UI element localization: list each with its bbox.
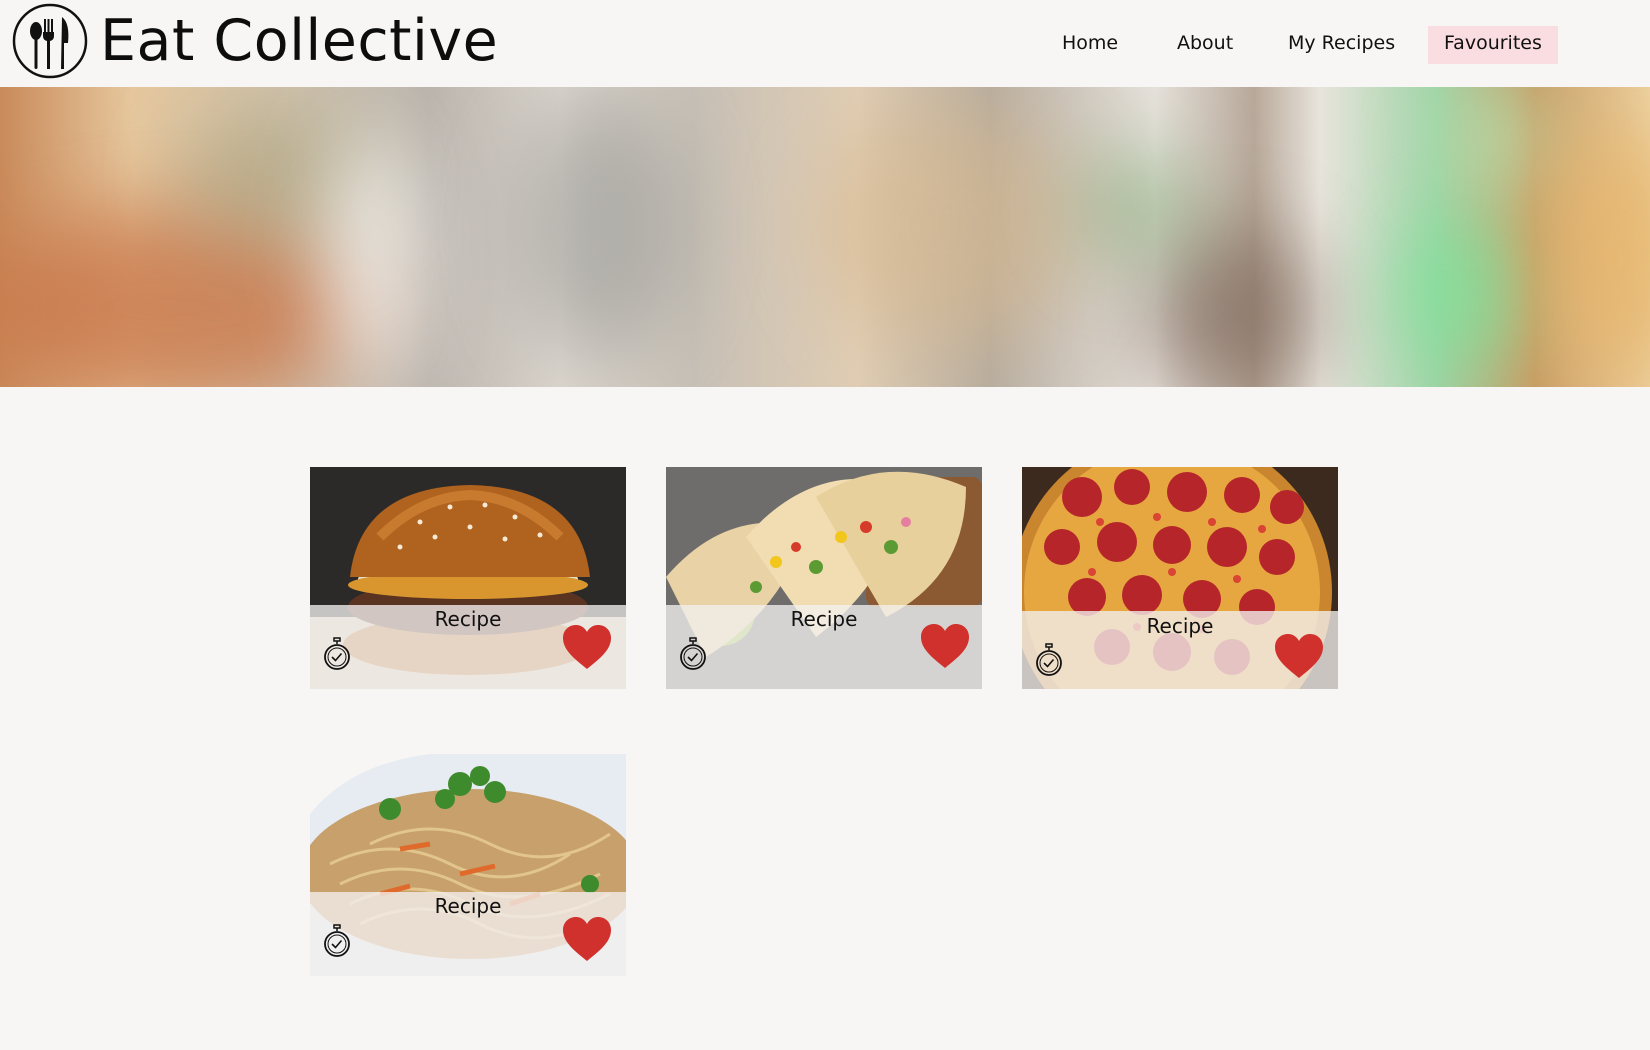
stopwatch-icon bbox=[324, 637, 350, 670]
recipe-title: Recipe bbox=[434, 894, 502, 918]
page: Eat Collective Home About My Recipes Fav… bbox=[0, 0, 1650, 1050]
nav-home[interactable]: Home bbox=[1062, 26, 1118, 64]
hero-banner-image bbox=[0, 87, 1650, 387]
cutlery-logo-icon[interactable] bbox=[12, 3, 88, 79]
recipe-card[interactable]: Recipe bbox=[310, 754, 626, 976]
nav-favourites[interactable]: Favourites bbox=[1428, 26, 1558, 64]
stopwatch-icon bbox=[324, 924, 350, 957]
heart-icon[interactable] bbox=[1274, 634, 1324, 680]
heart-icon[interactable] bbox=[562, 917, 612, 963]
nav-my-recipes[interactable]: My Recipes bbox=[1288, 26, 1395, 64]
heart-icon[interactable] bbox=[920, 624, 970, 670]
site-header: Eat Collective Home About My Recipes Fav… bbox=[0, 0, 1650, 87]
recipe-card[interactable]: Recipe bbox=[310, 467, 626, 689]
stopwatch-icon bbox=[1036, 643, 1062, 676]
brand-title: Eat Collective bbox=[100, 8, 499, 74]
nav-about[interactable]: About bbox=[1177, 26, 1233, 64]
heart-icon[interactable] bbox=[562, 625, 612, 671]
recipe-card[interactable]: Recipe bbox=[666, 467, 982, 689]
stopwatch-icon bbox=[680, 637, 706, 670]
recipe-card[interactable]: Recipe bbox=[1022, 467, 1338, 689]
